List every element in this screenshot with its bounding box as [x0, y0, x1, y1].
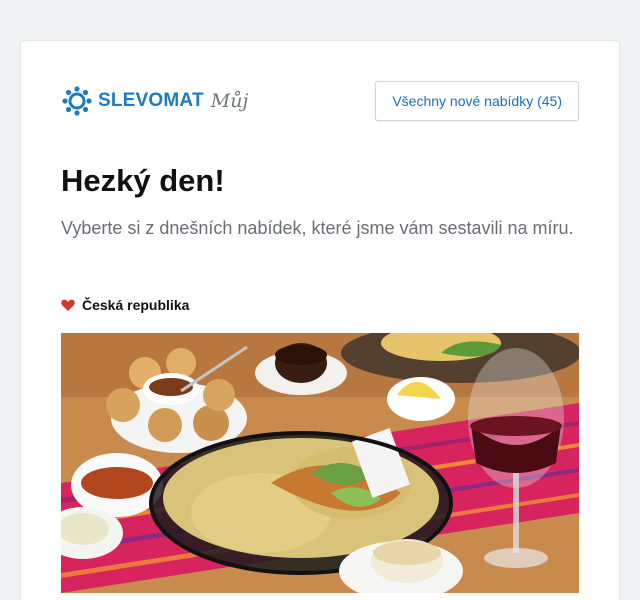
email-card: SLEVOMAT Můj Všechny nové nabídky (45) H… [20, 40, 620, 600]
brand-name: SLEVOMAT [98, 90, 204, 111]
section-label-text: Česká republika [82, 297, 190, 313]
heart-icon [61, 299, 75, 311]
brand-sub: Můj [210, 90, 249, 112]
slevomat-logo[interactable]: SLEVOMAT Můj [61, 81, 248, 121]
all-offers-button[interactable]: Všechny nové nabídky (45) [375, 81, 579, 121]
gear-icon [62, 86, 92, 116]
greeting-subtitle: Vyberte si z dnešních nabídek, které jsm… [61, 218, 574, 238]
header: SLEVOMAT Můj Všechny nové nabídky (45) [61, 81, 579, 121]
section-label: Česká republika [61, 297, 189, 313]
food-photo [61, 333, 579, 593]
greeting-title: Hezký den! [61, 163, 225, 198]
deal-image[interactable] [61, 333, 579, 593]
